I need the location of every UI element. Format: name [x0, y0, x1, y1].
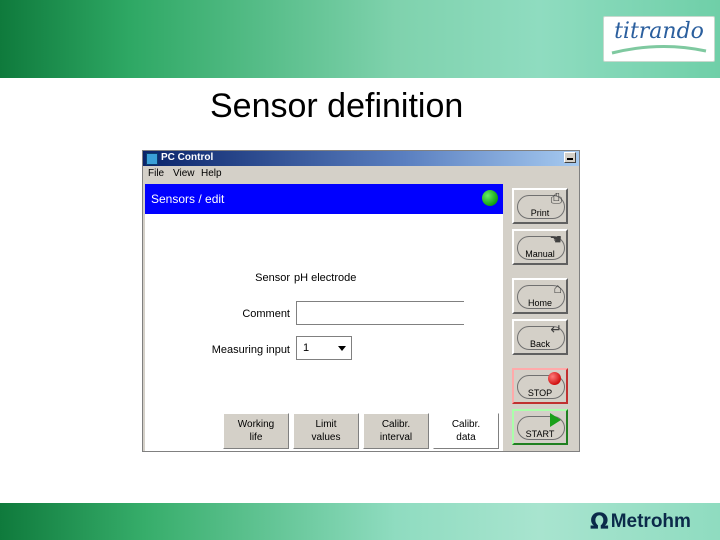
- brand-name: Metrohm: [610, 511, 691, 532]
- form-area: Sensor pH electrode Comment Measuring in…: [145, 214, 503, 451]
- window-titlebar[interactable]: PC Control: [143, 151, 579, 166]
- tab-calibr-data[interactable]: Calibr. data: [433, 413, 499, 449]
- logo-text: titrando: [614, 19, 704, 44]
- tab-label-line1: Calibr.: [381, 419, 411, 430]
- manual-label: Manual: [525, 249, 555, 259]
- stop-button[interactable]: STOP: [512, 368, 568, 404]
- logo-swoosh-icon: [611, 45, 707, 55]
- sensor-label: Sensor: [255, 272, 290, 284]
- sensor-value: pH electrode: [294, 272, 357, 284]
- status-indicator-icon: [482, 190, 498, 206]
- tab-label-line2: values: [311, 432, 341, 443]
- back-button[interactable]: ↵ Back: [512, 319, 568, 355]
- home-button[interactable]: ⌂ Home: [512, 278, 568, 314]
- menu-view[interactable]: View: [173, 168, 195, 179]
- menu-help[interactable]: Help: [201, 168, 222, 179]
- measuring-input-label: Measuring input: [211, 344, 290, 356]
- print-button[interactable]: ⎙ Print: [512, 188, 568, 224]
- house-icon: ⌂: [553, 280, 562, 296]
- back-arrow-icon: ↵: [550, 321, 562, 337]
- tab-label-line2: life: [249, 432, 263, 443]
- function-button-panel: ⎙ Print ☚ Manual ⌂ Home ↵ Back STOP STAR…: [505, 184, 577, 451]
- start-icon: [550, 413, 561, 427]
- titrando-logo: titrando: [603, 16, 715, 62]
- tab-label-line2: interval: [379, 432, 413, 443]
- tab-calibr-interval[interactable]: Calibr. interval: [363, 413, 429, 449]
- minimize-button[interactable]: [564, 152, 576, 163]
- back-label: Back: [529, 339, 550, 349]
- stop-icon: [548, 372, 561, 385]
- measuring-input-value: 1: [303, 342, 310, 354]
- omega-icon: Ω: [590, 509, 609, 535]
- app-icon: [146, 153, 158, 165]
- tab-limit-values[interactable]: Limit values: [293, 413, 359, 449]
- manual-button[interactable]: ☚ Manual: [512, 229, 568, 265]
- comment-input[interactable]: [296, 301, 464, 325]
- stop-label: STOP: [527, 388, 553, 398]
- print-label: Print: [530, 208, 550, 218]
- app-window: PC Control File View Help Sensors / edit…: [142, 150, 580, 452]
- dropdown-arrow-icon: [338, 346, 346, 351]
- menu-bar: File View Help: [143, 166, 579, 183]
- tab-label-line1: Calibr.: [451, 419, 481, 430]
- header-strip: Sensors / edit: [145, 184, 503, 214]
- printer-icon: ⎙: [550, 190, 562, 206]
- tab-label-line1: Limit: [315, 419, 337, 430]
- comment-label: Comment: [242, 308, 290, 320]
- measuring-input-select[interactable]: 1: [296, 336, 352, 360]
- home-label: Home: [527, 298, 552, 308]
- hand-icon: ☚: [549, 231, 562, 247]
- start-button[interactable]: START: [512, 409, 568, 445]
- menu-file[interactable]: File: [148, 168, 164, 179]
- start-label: START: [525, 429, 555, 439]
- window-title: PC Control: [161, 152, 214, 163]
- metrohm-logo: Ω Metrohm: [590, 509, 691, 535]
- tab-label-line2: data: [456, 432, 476, 443]
- slide-title: Sensor definition: [210, 87, 464, 125]
- screen-title: Sensors / edit: [151, 192, 225, 206]
- tab-label-line1: Working: [237, 419, 275, 430]
- tab-working-life[interactable]: Working life: [223, 413, 289, 449]
